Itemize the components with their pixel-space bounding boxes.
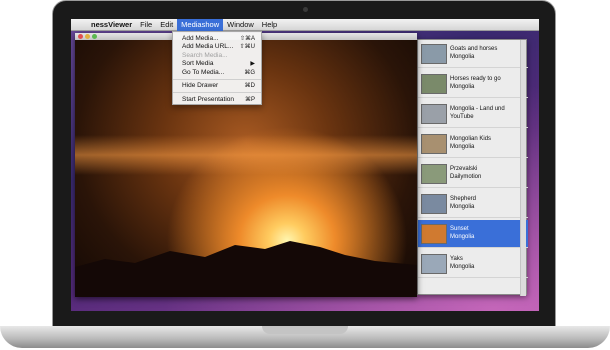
media-thumbnail (421, 223, 447, 244)
menu-window[interactable]: Window (223, 19, 258, 31)
submenu-arrow-icon: ▶ (250, 61, 255, 68)
mountain-silhouette (75, 241, 417, 297)
menu-item-search-media: Search Media... (182, 51, 228, 59)
list-item[interactable]: Shepherd Mongolia (418, 190, 528, 218)
media-thumbnail (421, 133, 447, 154)
mediashow-menu: Add Media... ⇧⌘A Add Media URL... ⇧⌘U Sear… (172, 31, 262, 105)
media-thumbnail (421, 163, 447, 184)
list-item[interactable]: Goats and horses Mongolia (418, 40, 528, 68)
menu-bar: nessViewer File Edit Mediashow Window He… (71, 19, 539, 31)
media-drawer: Goats and horses Mongolia Horses ready to… (417, 39, 528, 296)
menu-separator (173, 92, 261, 93)
zoom-button[interactable] (92, 34, 97, 39)
media-thumbnail (421, 73, 447, 94)
menu-item-sort-media[interactable]: Sort Media ▶ (173, 60, 261, 69)
menu-item-add-media[interactable]: Add Media... ⇧⌘A (173, 34, 261, 43)
menu-item-start-presentation[interactable]: Start Presentation ⌘P (173, 95, 261, 104)
media-thumbnail (421, 103, 447, 124)
scrollbar[interactable] (520, 40, 526, 296)
close-button[interactable] (78, 34, 83, 39)
menu-help[interactable]: Help (258, 19, 281, 31)
list-item[interactable]: Mongolia - Land und YouTube (418, 100, 528, 128)
menu-app-name[interactable]: nessViewer (87, 19, 136, 31)
cloud-band (75, 135, 417, 175)
list-item[interactable]: Horses ready to go Mongolia (418, 70, 528, 98)
menu-item-hide-drawer[interactable]: Hide Drawer ⌘D (173, 82, 261, 91)
list-item[interactable]: Przevalski Dailymotion (418, 160, 528, 188)
minimize-button[interactable] (85, 34, 90, 39)
media-thumbnail (421, 193, 447, 214)
laptop-lid: nessViewer File Edit Mediashow Window He… (52, 0, 556, 328)
menu-mediashow[interactable]: Mediashow (177, 19, 224, 31)
screen: nessViewer File Edit Mediashow Window He… (71, 19, 539, 311)
list-item[interactable]: Yaks Mongolia (418, 250, 528, 278)
camera-icon (303, 7, 308, 12)
menu-item-go-to-media[interactable]: Go To Media... ⌘G (173, 68, 261, 77)
media-thumbnail (421, 43, 447, 64)
laptop-notch (262, 326, 348, 334)
menu-edit[interactable]: Edit (156, 19, 177, 31)
menu-file[interactable]: File (136, 19, 156, 31)
list-item[interactable]: Mongolian Kids Mongolia (418, 130, 528, 158)
menu-item-add-media-url[interactable]: Add Media URL... ⇧⌘U (173, 43, 261, 52)
menu-separator (173, 78, 261, 80)
list-item-selected[interactable]: Sunset Mongolia (418, 220, 528, 248)
media-thumbnail (421, 253, 447, 274)
